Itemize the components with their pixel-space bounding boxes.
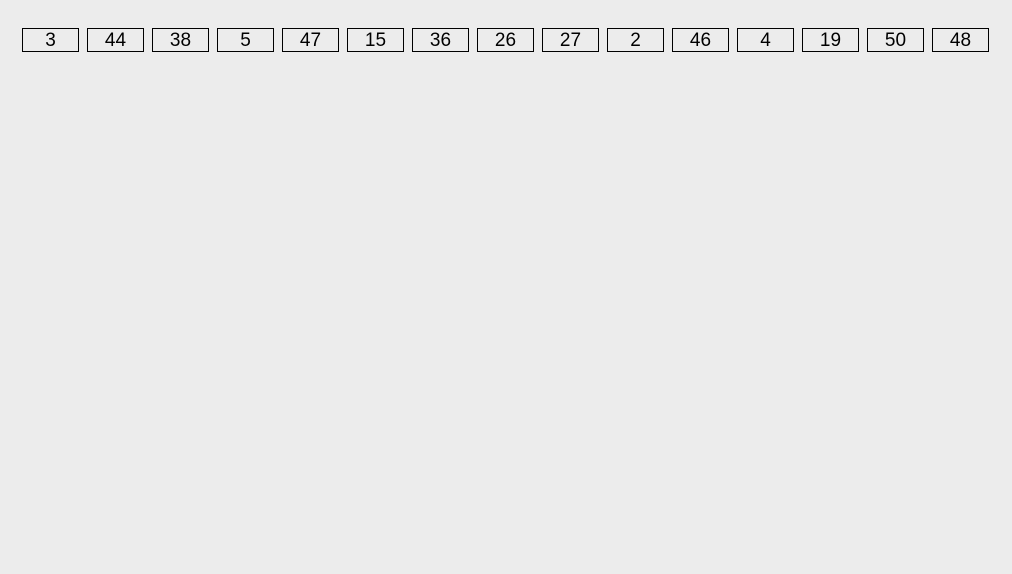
number-value: 44 <box>105 31 126 50</box>
number-box: 5 <box>217 28 274 52</box>
number-value: 36 <box>430 31 451 50</box>
number-box: 50 <box>867 28 924 52</box>
number-box: 46 <box>672 28 729 52</box>
number-value: 47 <box>300 31 321 50</box>
number-box: 4 <box>737 28 794 52</box>
number-box: 2 <box>607 28 664 52</box>
number-value: 48 <box>950 31 971 50</box>
number-box: 26 <box>477 28 534 52</box>
number-value: 38 <box>170 31 191 50</box>
number-box: 36 <box>412 28 469 52</box>
number-value: 27 <box>560 31 581 50</box>
number-value: 26 <box>495 31 516 50</box>
number-value: 19 <box>820 31 841 50</box>
number-box: 48 <box>932 28 989 52</box>
number-box-row: 3 44 38 5 47 15 36 26 27 2 46 4 19 50 48 <box>0 0 1012 52</box>
number-box: 44 <box>87 28 144 52</box>
number-value: 2 <box>630 31 641 50</box>
number-value: 46 <box>690 31 711 50</box>
number-box: 19 <box>802 28 859 52</box>
number-value: 5 <box>240 31 251 50</box>
number-value: 3 <box>45 31 56 50</box>
number-value: 50 <box>885 31 906 50</box>
number-box: 15 <box>347 28 404 52</box>
number-box: 38 <box>152 28 209 52</box>
number-value: 15 <box>365 31 386 50</box>
number-value: 4 <box>760 31 771 50</box>
number-box: 3 <box>22 28 79 52</box>
number-box: 27 <box>542 28 599 52</box>
number-box: 47 <box>282 28 339 52</box>
